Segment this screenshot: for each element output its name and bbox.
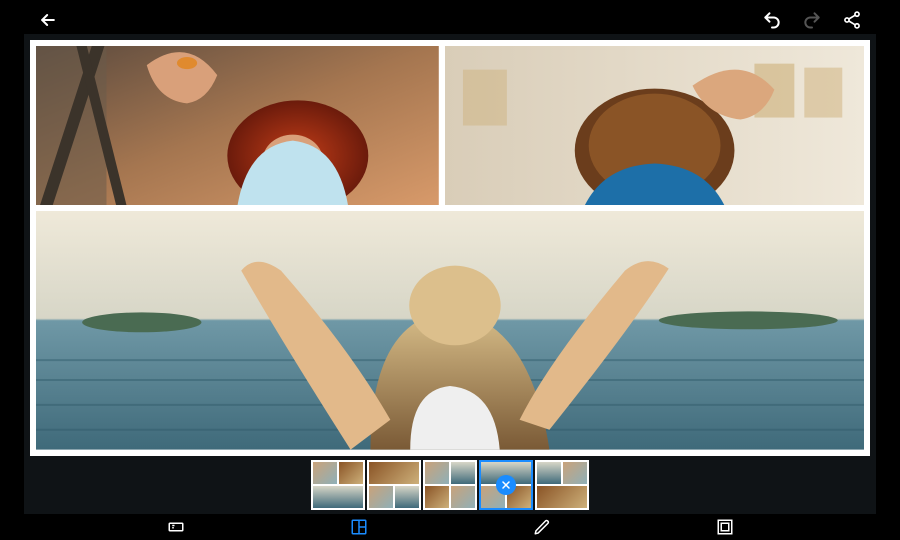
layout-thumbnails bbox=[30, 456, 870, 514]
aspect-ratio-button[interactable] bbox=[163, 514, 189, 540]
share-button[interactable] bbox=[838, 6, 866, 34]
back-button[interactable] bbox=[34, 6, 62, 34]
layout-thumb-5[interactable] bbox=[535, 460, 589, 510]
collage[interactable] bbox=[30, 40, 870, 456]
layout-button[interactable] bbox=[346, 514, 372, 540]
app-window bbox=[24, 6, 876, 506]
border-button[interactable] bbox=[712, 514, 738, 540]
layout-thumb-1[interactable] bbox=[311, 460, 365, 510]
collage-slot-top-left[interactable] bbox=[36, 46, 439, 205]
undo-button[interactable] bbox=[758, 6, 786, 34]
layout-thumb-2[interactable] bbox=[367, 460, 421, 510]
collage-slot-top-right[interactable] bbox=[445, 46, 864, 205]
top-toolbar bbox=[24, 6, 876, 34]
editor-canvas bbox=[24, 34, 876, 514]
collage-slot-bottom[interactable] bbox=[36, 211, 864, 450]
layout-thumb-3[interactable] bbox=[423, 460, 477, 510]
layout-thumb-4[interactable] bbox=[479, 460, 533, 510]
redo-button[interactable] bbox=[798, 6, 826, 34]
bottom-toolbar bbox=[24, 514, 876, 540]
edit-button[interactable] bbox=[529, 514, 555, 540]
close-icon[interactable] bbox=[496, 475, 516, 495]
